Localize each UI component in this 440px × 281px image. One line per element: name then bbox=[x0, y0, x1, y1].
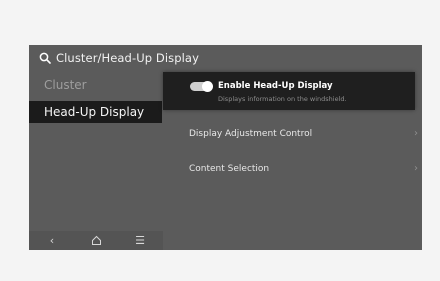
hud-toggle-switch[interactable] bbox=[190, 81, 213, 92]
hud-enable-row[interactable]: Enable Head-Up Display Displays informat… bbox=[163, 72, 415, 110]
hud-enable-subtitle: Displays information on the windshield. bbox=[218, 95, 347, 103]
breadcrumb: Cluster/Head-Up Display bbox=[56, 51, 199, 65]
back-button[interactable]: ‹ bbox=[37, 231, 67, 250]
sidebar-item-head-up-display[interactable]: Head-Up Display bbox=[29, 101, 162, 123]
hud-enable-title: Enable Head-Up Display bbox=[218, 81, 333, 91]
content-panel: Enable Head-Up Display Displays informat… bbox=[163, 72, 422, 250]
toggle-knob bbox=[202, 81, 213, 92]
top-bar: Cluster/Head-Up Display bbox=[29, 45, 422, 72]
sidebar-item-label: Head-Up Display bbox=[44, 105, 145, 119]
menu-button[interactable]: ☰ bbox=[125, 231, 155, 250]
row-label: Content Selection bbox=[189, 164, 270, 174]
bottom-nav: ‹ ☰ bbox=[29, 231, 163, 250]
display-adjustment-control-row[interactable]: Display Adjustment Control › bbox=[163, 121, 422, 147]
home-icon bbox=[91, 235, 101, 245]
row-label: Display Adjustment Control bbox=[189, 129, 313, 139]
home-button[interactable] bbox=[81, 231, 111, 250]
chevron-right-icon: › bbox=[414, 163, 418, 174]
hud-settings-screen: Cluster/Head-Up Display Cluster Head-Up … bbox=[29, 45, 422, 250]
chevron-right-icon: › bbox=[414, 128, 418, 139]
search-icon[interactable] bbox=[39, 52, 51, 64]
sidebar-item-label: Cluster bbox=[44, 78, 87, 92]
content-selection-row[interactable]: Content Selection › bbox=[163, 156, 422, 182]
